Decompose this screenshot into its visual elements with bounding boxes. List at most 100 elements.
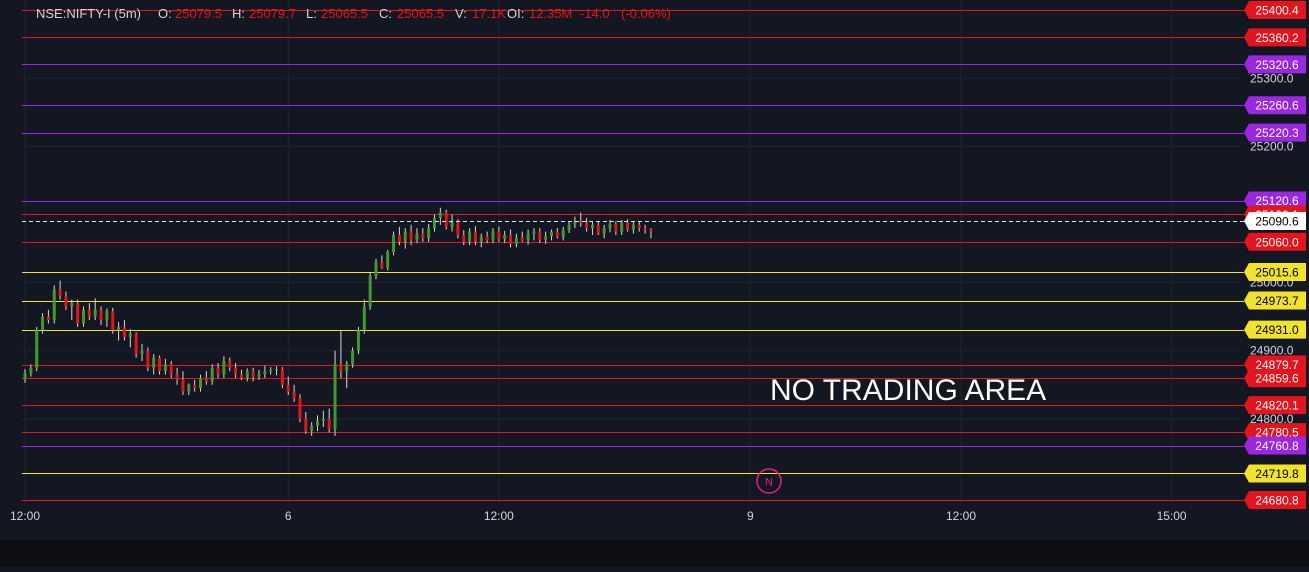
candle-body — [99, 309, 103, 321]
level-price-badge[interactable]: 25060.0 — [1244, 232, 1306, 251]
time-tick-label: 12:00 — [946, 509, 976, 523]
candle-body — [251, 371, 255, 377]
price-badge-text: 24760.8 — [1255, 439, 1299, 453]
candle-body — [333, 364, 337, 430]
symbol-label[interactable]: NSE:NIFTY-I (5m) — [36, 6, 141, 21]
candle-body — [392, 234, 396, 253]
candle — [456, 219, 460, 239]
price-badge-text: 25400.4 — [1255, 4, 1299, 18]
candle — [450, 214, 454, 232]
candle — [561, 226, 565, 241]
event-marker-letter: N — [765, 477, 773, 489]
candle-body — [58, 289, 62, 297]
candle-body — [275, 369, 279, 371]
level-price-badge[interactable]: 25360.2 — [1244, 28, 1306, 47]
candle — [292, 384, 296, 402]
candle — [392, 231, 396, 256]
candle — [637, 221, 641, 232]
time-axis: 12:00 6 12:00 9 12:00 15:00 — [10, 509, 1187, 523]
candle-body — [397, 234, 401, 242]
price-badge-text: 25260.6 — [1255, 99, 1299, 113]
level-price-badge[interactable]: 24973.7 — [1244, 291, 1306, 310]
level-price-badge[interactable]: 24931.0 — [1244, 320, 1306, 339]
volume-label: V: — [455, 6, 467, 21]
level-price-badge[interactable]: 25220.3 — [1244, 123, 1306, 142]
candle-body — [427, 228, 431, 239]
candle-body — [538, 231, 542, 240]
price-badge-text: 24973.7 — [1255, 294, 1299, 308]
candle-body — [304, 418, 308, 432]
trading-chart[interactable]: 25300.0 25200.0 25000.0 24900.0 24800.0 2540… — [0, 0, 1309, 567]
candle — [415, 228, 419, 244]
candle-body — [245, 371, 249, 378]
candle — [433, 214, 436, 232]
candle-body — [140, 350, 144, 355]
candle — [280, 367, 284, 389]
candle-body — [23, 373, 27, 380]
candle — [58, 280, 62, 300]
candle-body — [643, 228, 647, 230]
level-price-badge[interactable]: 25015.6 — [1244, 263, 1306, 282]
candle — [117, 322, 121, 341]
candle — [327, 408, 331, 433]
no-trading-area-label[interactable]: NO TRADING AREA — [770, 374, 1046, 407]
level-price-badge[interactable]: 24760.8 — [1244, 436, 1306, 455]
level-price-badge[interactable]: 24859.6 — [1244, 369, 1306, 388]
candle-body — [345, 364, 349, 372]
candle-body — [462, 234, 466, 242]
candle — [82, 306, 85, 327]
last-price-badge[interactable]: 25090.6 — [1244, 211, 1306, 230]
level-price-badge[interactable]: 25260.6 — [1244, 96, 1306, 115]
event-marker[interactable]: N — [756, 468, 782, 494]
candle-body — [544, 236, 548, 240]
candle-body — [41, 316, 45, 331]
candle-body — [29, 367, 33, 374]
candle-body — [567, 224, 571, 231]
candle — [585, 217, 589, 232]
level-price-badge[interactable]: 25320.6 — [1244, 55, 1306, 74]
candle-body — [579, 221, 583, 223]
price-badge-text: 25015.6 — [1255, 266, 1299, 280]
candle-body — [468, 231, 472, 242]
close-label: C: — [379, 6, 392, 21]
candle-body — [152, 357, 156, 368]
level-price-badge[interactable]: 25400.4 — [1244, 1, 1306, 19]
candle-body — [82, 309, 85, 324]
candle — [199, 374, 202, 392]
level-price-badge[interactable]: 24719.8 — [1244, 464, 1306, 483]
candle — [140, 343, 144, 361]
candle — [567, 221, 571, 233]
candle-body — [199, 377, 202, 389]
candle — [269, 367, 273, 375]
candle-body — [509, 234, 513, 244]
candle-body — [380, 262, 384, 268]
candle-body — [602, 228, 606, 234]
candle — [427, 224, 431, 242]
candle-body — [637, 224, 641, 229]
candle — [275, 366, 279, 376]
candle — [631, 221, 635, 234]
candle-body — [514, 237, 518, 244]
candle — [386, 249, 390, 271]
candle — [403, 228, 407, 249]
candlestick-chart[interactable]: 25300.025200.025000.024900.024800.0 2540… — [0, 0, 1309, 567]
candle-body — [631, 224, 635, 230]
price-badge-text: 24931.0 — [1255, 323, 1299, 337]
candle — [304, 412, 308, 434]
price-badge-text: 25320.6 — [1255, 58, 1299, 72]
candle — [345, 360, 349, 389]
time-tick-label: 15:00 — [1157, 509, 1187, 523]
candle — [163, 358, 167, 375]
candle-body — [70, 303, 74, 307]
high-value: 25079.7 — [249, 6, 296, 21]
price-badge-text: 24680.8 — [1255, 494, 1299, 508]
level-price-badge[interactable]: 24820.1 — [1244, 396, 1306, 415]
candle-body — [485, 236, 489, 241]
candle — [538, 228, 542, 244]
bottom-toolbar-strip — [0, 540, 1309, 567]
candle — [228, 357, 232, 372]
level-price-badge[interactable]: 24680.8 — [1244, 491, 1306, 509]
candle — [509, 229, 513, 248]
candle-body — [158, 357, 162, 372]
candle — [421, 228, 425, 242]
